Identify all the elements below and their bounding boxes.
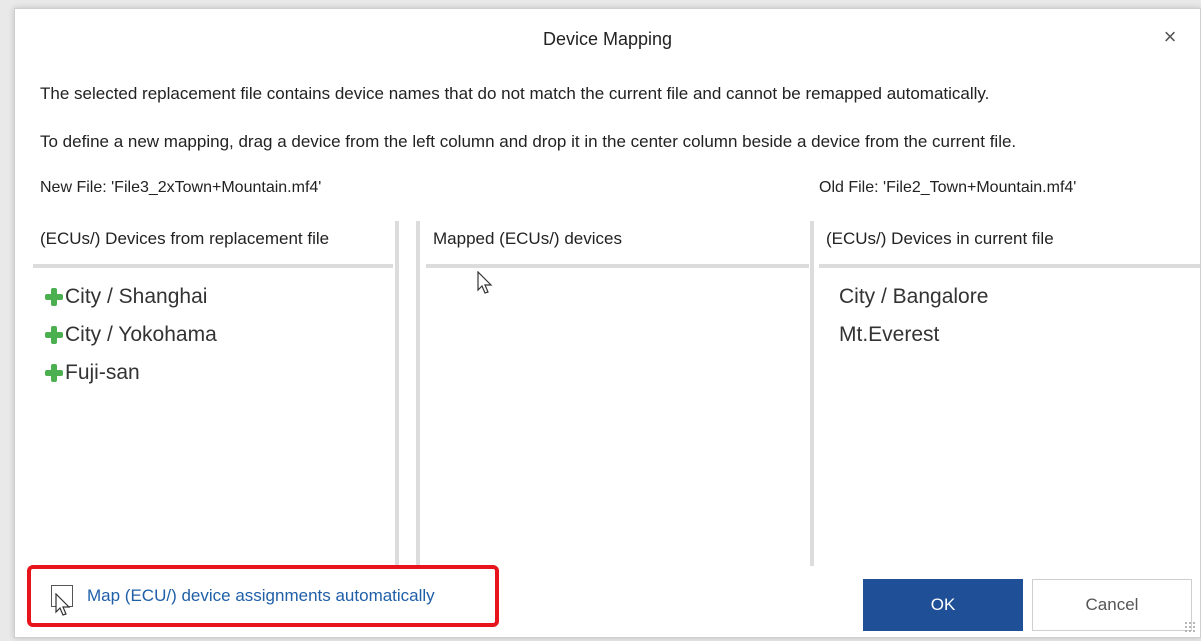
dialog-title: Device Mapping xyxy=(542,29,673,49)
current-devices-column: (ECUs/) Devices in current file City / B… xyxy=(819,219,1200,569)
current-devices-header: (ECUs/) Devices in current file xyxy=(826,229,1054,248)
mouse-pointer-icon xyxy=(55,593,71,616)
plus-icon xyxy=(45,326,63,344)
device-label: City / Bangalore xyxy=(839,285,989,308)
list-item[interactable]: City / Bangalore xyxy=(839,278,1200,316)
current-devices-list: City / Bangalore Mt.Everest xyxy=(819,268,1200,354)
cancel-button[interactable]: Cancel xyxy=(1032,579,1192,631)
list-item[interactable]: City / Shanghai xyxy=(45,278,393,316)
device-label: City / Yokohama xyxy=(65,323,217,346)
new-file-label: New File: 'File3_2xTown+Mountain.mf4' xyxy=(40,179,322,196)
old-file-label: Old File: 'File2_Town+Mountain.mf4' xyxy=(819,179,1077,196)
close-icon[interactable]: × xyxy=(1160,26,1180,48)
column-divider xyxy=(426,264,809,268)
list-item[interactable]: City / Yokohama xyxy=(45,316,393,354)
device-label: City / Shanghai xyxy=(65,285,208,308)
column-splitter[interactable] xyxy=(416,221,420,566)
list-item[interactable]: Fuji-san xyxy=(45,354,393,392)
device-label: Mt.Everest xyxy=(839,323,940,346)
message-mismatch: The selected replacement file contains d… xyxy=(40,84,990,103)
resize-grip-icon[interactable] xyxy=(1184,621,1196,633)
device-label: Fuji-san xyxy=(65,361,140,384)
replacement-devices-list: City / Shanghai City / Yokohama Fuji-san xyxy=(33,268,393,392)
mouse-pointer-icon xyxy=(477,271,493,294)
replacement-devices-column: (ECUs/) Devices from replacement file Ci… xyxy=(33,219,393,569)
plus-icon xyxy=(45,288,63,306)
column-splitter[interactable] xyxy=(810,221,814,566)
message-instructions: To define a new mapping, drag a device f… xyxy=(40,132,1017,151)
column-splitter[interactable] xyxy=(395,221,399,566)
list-item[interactable]: Mt.Everest xyxy=(839,316,1200,354)
mapped-devices-header: Mapped (ECUs/) devices xyxy=(433,229,622,248)
replacement-devices-header: (ECUs/) Devices from replacement file xyxy=(40,229,330,248)
plus-icon xyxy=(45,364,63,382)
auto-map-label[interactable]: Map (ECU/) device assignments automatica… xyxy=(87,586,435,606)
device-mapping-dialog: Device Mapping × The selected replacemen… xyxy=(14,8,1201,638)
auto-map-row[interactable]: Map (ECU/) device assignments automatica… xyxy=(51,585,435,607)
ok-button[interactable]: OK xyxy=(863,579,1023,631)
